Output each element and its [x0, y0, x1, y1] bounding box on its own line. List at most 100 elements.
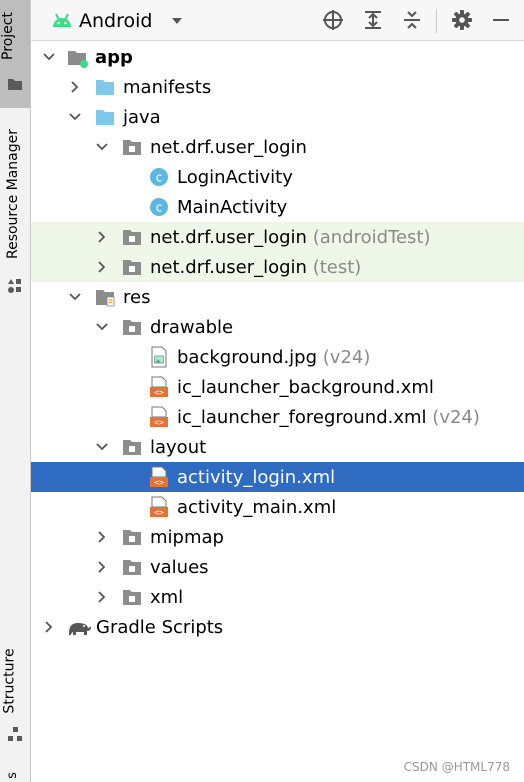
- tree-row-java[interactable]: java: [31, 102, 524, 132]
- package-icon: [123, 140, 141, 155]
- svg-text:<>: <>: [154, 418, 164, 427]
- minimize-button[interactable]: [489, 8, 513, 32]
- chevron-right-icon[interactable]: [94, 259, 110, 275]
- expand-all-icon: [365, 11, 381, 29]
- xml-file-icon: <>: [150, 406, 168, 427]
- tree-label-mipmap: mipmap: [150, 526, 224, 548]
- tree-label-java: java: [123, 106, 161, 128]
- chevron-down-icon[interactable]: [67, 289, 83, 305]
- tree-row-login-activity[interactable]: c LoginActivity: [31, 162, 524, 192]
- tree-label-login-activity: LoginActivity: [177, 166, 293, 188]
- tree-label-gradle-scripts: Gradle Scripts: [96, 616, 224, 638]
- class-icon: c: [150, 168, 168, 186]
- chevron-down-icon[interactable]: [94, 319, 110, 335]
- chevron-right-icon[interactable]: [94, 529, 110, 545]
- chevron-down-icon[interactable]: [94, 439, 110, 455]
- tree-row-mipmap[interactable]: mipmap: [31, 522, 524, 552]
- chevron-right-icon[interactable]: [67, 79, 83, 95]
- tree-row-main-activity[interactable]: c MainActivity: [31, 192, 524, 222]
- tree-row-activity-main[interactable]: <> activity_main.xml: [31, 492, 524, 522]
- tree-row-ic-launcher-background[interactable]: <> ic_launcher_background.xml: [31, 372, 524, 402]
- class-icon: c: [150, 198, 168, 216]
- xml-file-icon: <>: [150, 376, 168, 397]
- tree-label-drawable: drawable: [150, 316, 234, 338]
- resource-manager-icon: [8, 279, 21, 293]
- svg-text:c: c: [156, 201, 163, 215]
- tree-label-package-android-test: net.drf.user_login (androidTest): [150, 227, 431, 248]
- tree-label-background: background.jpg (v24): [177, 347, 370, 368]
- resource-folder-icon: [96, 290, 115, 307]
- tree-label-layout: layout: [150, 436, 207, 458]
- structure-tab-label: Structure: [1, 648, 18, 714]
- folder-icon: [123, 560, 141, 575]
- tree-label-ic-launcher-foreground: ic_launcher_foreground.xml (v24): [177, 407, 480, 428]
- bottom-tab-label-partial: s: [4, 772, 20, 779]
- svg-text:<>: <>: [154, 478, 164, 487]
- xml-file-icon: <>: [150, 466, 168, 487]
- xml-file-icon: <>: [150, 496, 168, 517]
- folder-icon: [96, 80, 114, 95]
- chevron-down-icon: [172, 18, 183, 24]
- settings-button[interactable]: [450, 8, 474, 32]
- toolbar-divider: [436, 9, 437, 33]
- tree-row-xml[interactable]: xml: [31, 582, 524, 612]
- qualifier-suffix: (v24): [432, 406, 480, 428]
- resource-manager-tool-tab[interactable]: Resource Manager: [0, 118, 30, 304]
- svg-text:c: c: [156, 171, 163, 185]
- structure-tool-tab[interactable]: Structure: [0, 640, 30, 750]
- gradle-elephant-icon: [69, 623, 91, 635]
- source-set-suffix: (androidTest): [312, 226, 431, 248]
- tree-row-ic-launcher-foreground[interactable]: <> ic_launcher_foreground.xml (v24): [31, 402, 524, 432]
- folder-icon: [123, 320, 141, 335]
- tree-row-gradle-scripts[interactable]: Gradle Scripts: [31, 612, 524, 642]
- module-folder-icon: [68, 51, 88, 68]
- tree-label-values: values: [150, 556, 209, 578]
- tree-row-background[interactable]: background.jpg (v24): [31, 342, 524, 372]
- tree-label-package: net.drf.user_login: [150, 136, 307, 158]
- minimize-icon: [493, 19, 509, 21]
- tree-row-manifests[interactable]: manifests: [31, 72, 524, 102]
- chevron-right-icon[interactable]: [94, 589, 110, 605]
- file-name: background.jpg: [177, 346, 318, 368]
- package-icon: [123, 230, 141, 245]
- tree-row-layout[interactable]: layout: [31, 432, 524, 462]
- chevron-down-icon[interactable]: [67, 109, 83, 125]
- file-name: ic_launcher_foreground.xml: [177, 406, 427, 428]
- tree-row-package-android-test[interactable]: net.drf.user_login (androidTest): [31, 222, 524, 252]
- tree-row-values[interactable]: values: [31, 552, 524, 582]
- image-file-icon: [151, 346, 167, 368]
- tree-row-activity-login[interactable]: <> activity_login.xml: [31, 462, 524, 492]
- tree-row-app[interactable]: app: [31, 42, 524, 72]
- tree-row-package[interactable]: net.drf.user_login: [31, 132, 524, 162]
- tree-row-drawable[interactable]: drawable: [31, 312, 524, 342]
- gear-icon: [452, 10, 472, 30]
- structure-icon: [8, 727, 22, 741]
- qualifier-suffix: (v24): [322, 346, 371, 368]
- chevron-down-icon[interactable]: [94, 139, 110, 155]
- tree-row-res[interactable]: res: [31, 282, 524, 312]
- tree-label-res: res: [123, 286, 151, 308]
- tree-row-package-test[interactable]: net.drf.user_login (test): [31, 252, 524, 282]
- tree-label-xml: xml: [150, 586, 184, 608]
- resource-manager-tab-label: Resource Manager: [5, 128, 22, 260]
- tree-label-ic-launcher-background: ic_launcher_background.xml: [177, 376, 434, 398]
- source-set-suffix: (test): [312, 256, 362, 278]
- package-name: net.drf.user_login: [150, 226, 307, 248]
- project-tool-tab[interactable]: Project: [0, 0, 30, 108]
- chevron-right-icon[interactable]: [94, 229, 110, 245]
- chevron-right-icon[interactable]: [94, 559, 110, 575]
- package-name: net.drf.user_login: [150, 256, 307, 278]
- chevron-down-icon[interactable]: [41, 49, 57, 65]
- collapse-all-button[interactable]: [400, 8, 424, 32]
- folder-icon: [123, 440, 141, 455]
- tree-label-package-test: net.drf.user_login (test): [150, 257, 361, 278]
- project-tab-label: Project: [0, 12, 16, 60]
- folder-icon: [96, 110, 114, 125]
- folder-icon: [123, 590, 141, 605]
- project-folder-icon: [8, 79, 22, 90]
- folder-icon: [123, 530, 141, 545]
- expand-all-button[interactable]: [361, 8, 385, 32]
- view-mode-dropdown[interactable]: Android: [79, 6, 184, 36]
- chevron-right-icon[interactable]: [41, 619, 57, 635]
- locate-button[interactable]: [321, 8, 345, 32]
